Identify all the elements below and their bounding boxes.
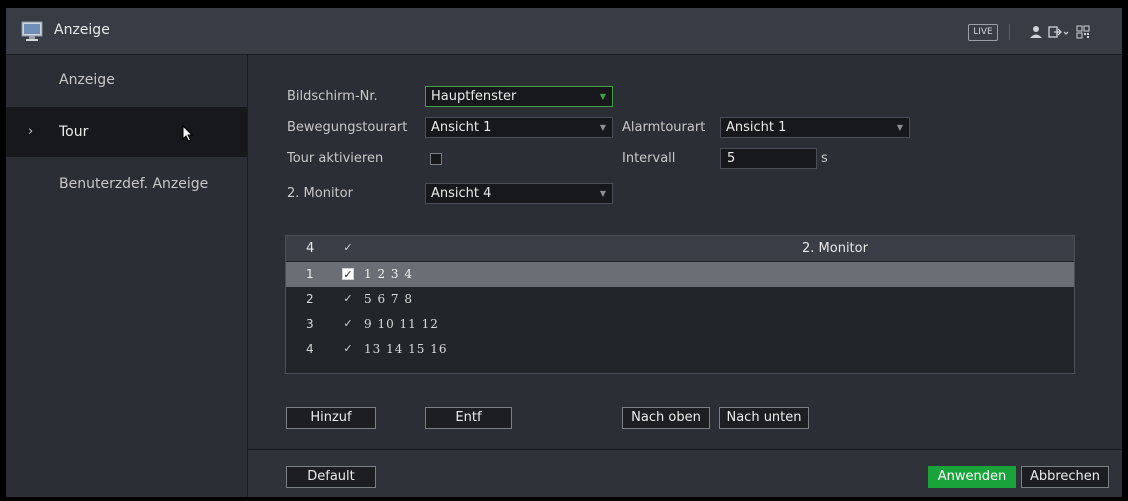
- motion-tour-label: Bewegungstourart: [287, 120, 408, 135]
- alarm-tour-value: Ansicht 1: [726, 120, 787, 135]
- row-checkbox[interactable]: ✓: [342, 318, 354, 330]
- motion-tour-value: Ansicht 1: [431, 120, 492, 135]
- live-button[interactable]: LIVE: [968, 24, 998, 41]
- window-title: Anzeige: [54, 22, 110, 38]
- default-button[interactable]: Default: [286, 466, 376, 488]
- sidebar-item-label: Benuterzdef. Anzeige: [59, 176, 209, 192]
- table-row[interactable]: 2 ✓ 5 6 7 8: [286, 287, 1074, 312]
- header-title: 2. Monitor: [802, 241, 868, 256]
- table-header: 4 ✓ 2. Monitor: [286, 236, 1074, 261]
- delete-button[interactable]: Entf: [425, 407, 512, 429]
- motion-tour-select[interactable]: Ansicht 1 ▼: [425, 117, 613, 138]
- cancel-button[interactable]: Abbrechen: [1021, 466, 1109, 488]
- move-down-button[interactable]: Nach unten: [719, 407, 809, 429]
- monitor-icon: [21, 21, 43, 41]
- toolbar-divider: [1009, 24, 1010, 40]
- tour-enable-label: Tour aktivieren: [287, 151, 384, 166]
- title-bar: Anzeige LIVE: [6, 8, 1122, 55]
- mouse-cursor-icon: [182, 125, 194, 142]
- footer-bar: Default Anwenden Abbrechen: [248, 450, 1122, 497]
- table-row[interactable]: 4 ✓ 13 14 15 16: [286, 337, 1074, 362]
- dropdown-arrow-icon: ▼: [896, 123, 903, 132]
- interval-label: Intervall: [622, 151, 676, 166]
- alarm-tour-label: Alarmtourart: [622, 120, 706, 135]
- row-number: 3: [306, 317, 314, 331]
- table-row[interactable]: 3 ✓ 9 10 11 12: [286, 312, 1074, 337]
- second-monitor-value: Ansicht 4: [431, 186, 492, 201]
- screen-number-value: Hauptfenster: [431, 89, 517, 104]
- interval-unit: s: [821, 151, 828, 166]
- add-button[interactable]: Hinzuf: [286, 407, 376, 429]
- move-up-button[interactable]: Nach oben: [622, 407, 710, 429]
- user-icon[interactable]: [1027, 23, 1045, 41]
- qr-code-icon[interactable]: [1074, 23, 1092, 41]
- row-channels: 1 2 3 4: [364, 267, 413, 281]
- screen-number-select[interactable]: Hauptfenster ▼: [425, 86, 613, 107]
- sidebar-item-label: Tour: [59, 124, 89, 140]
- row-checkbox[interactable]: ✓: [342, 293, 354, 305]
- sidebar-item-tour[interactable]: › Tour: [6, 107, 247, 157]
- tour-enable-checkbox[interactable]: [430, 153, 442, 165]
- sidebar: Anzeige › Tour Benuterzdef. Anzeige: [6, 55, 248, 497]
- dropdown-arrow-icon: ▼: [599, 123, 606, 132]
- dropdown-arrow-icon: ▼: [599, 189, 606, 198]
- settings-window: Anzeige LIVE Anzeige › Tour Benuterzdef.…: [6, 8, 1122, 497]
- row-number: 4: [306, 342, 314, 356]
- main-panel: Bildschirm-Nr. Hauptfenster ▼ Bewegungst…: [248, 55, 1122, 497]
- sidebar-item-label: Anzeige: [59, 72, 115, 88]
- interval-input[interactable]: 5: [720, 148, 817, 169]
- row-channels: 9 10 11 12: [364, 317, 439, 331]
- sidebar-item-anzeige[interactable]: Anzeige: [6, 55, 247, 105]
- chevron-right-icon: ›: [28, 124, 34, 139]
- row-channels: 5 6 7 8: [364, 292, 413, 306]
- logout-icon[interactable]: [1047, 23, 1071, 41]
- table-row[interactable]: 1 ✓ 1 2 3 4: [286, 262, 1074, 287]
- second-monitor-label: 2. Monitor: [287, 186, 353, 201]
- select-all-checkbox[interactable]: ✓: [342, 242, 354, 254]
- row-channels: 13 14 15 16: [364, 342, 448, 356]
- sidebar-item-custom-display[interactable]: Benuterzdef. Anzeige: [6, 159, 247, 209]
- row-number: 1: [306, 267, 314, 281]
- row-checkbox[interactable]: ✓: [342, 268, 354, 280]
- header-count: 4: [306, 241, 315, 256]
- alarm-tour-select[interactable]: Ansicht 1 ▼: [720, 117, 910, 138]
- tour-table: 4 ✓ 2. Monitor 1 ✓ 1 2 3 4 2 ✓ 5 6 7 8 3…: [285, 235, 1075, 374]
- apply-button[interactable]: Anwenden: [928, 466, 1016, 488]
- row-number: 2: [306, 292, 314, 306]
- dropdown-arrow-icon: ▼: [599, 92, 606, 101]
- row-checkbox[interactable]: ✓: [342, 343, 354, 355]
- second-monitor-select[interactable]: Ansicht 4 ▼: [425, 183, 613, 204]
- screen-number-label: Bildschirm-Nr.: [287, 89, 378, 104]
